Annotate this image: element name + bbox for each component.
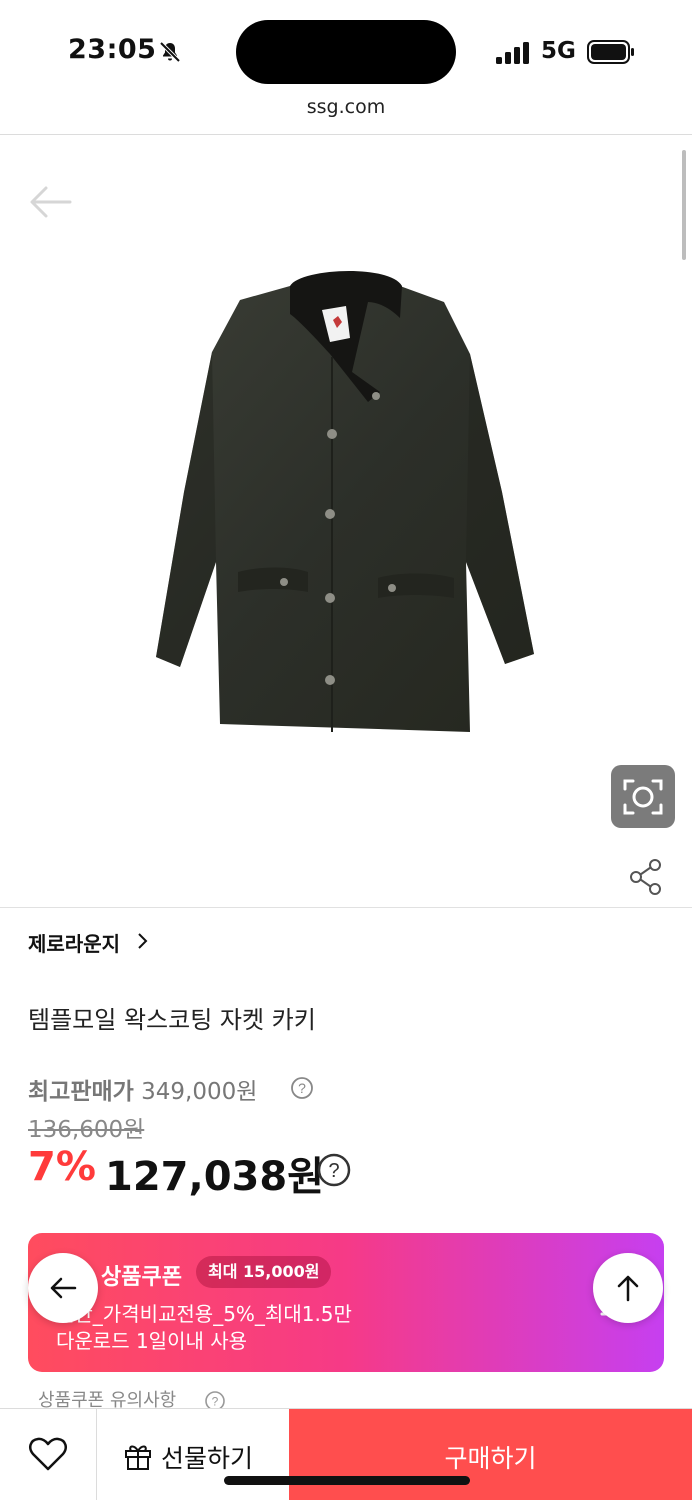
product-title: 템플모일 왁스코팅 자켓 카키	[28, 1006, 316, 1034]
buy-button[interactable]: 구매하기	[289, 1409, 692, 1500]
original-price: 136,600원	[28, 1117, 145, 1143]
image-search-button[interactable]	[611, 765, 675, 828]
coupon-description: 일반_가격비교전용_5%_최대1.5만	[56, 1302, 352, 1326]
signal-icon	[496, 42, 529, 64]
coupon-usage: 다운로드 1일이내 사용	[56, 1329, 248, 1353]
status-bar: 23:05 5G	[0, 0, 692, 96]
wishlist-button[interactable]	[0, 1409, 97, 1500]
help-icon[interactable]: ?	[316, 1152, 352, 1188]
discount-rate: 7%	[28, 1144, 96, 1190]
max-price: 최고판매가 349,000원	[28, 1072, 257, 1106]
floating-back-button[interactable]	[28, 1253, 98, 1323]
svg-text:?: ?	[328, 1160, 339, 1182]
home-indicator	[224, 1476, 470, 1485]
battery-icon	[587, 40, 634, 64]
share-icon[interactable]	[628, 858, 664, 896]
divider	[0, 907, 692, 908]
lens-icon	[623, 779, 663, 815]
product-image	[156, 270, 534, 732]
svg-text:?: ?	[212, 1395, 219, 1409]
gift-button[interactable]: 선물하기	[97, 1409, 289, 1500]
help-icon[interactable]: ?	[290, 1076, 314, 1100]
gift-icon	[125, 1445, 151, 1470]
svg-text:?: ?	[298, 1080, 306, 1096]
heart-icon	[29, 1437, 67, 1471]
bottom-action-bar: 선물하기 구매하기	[0, 1408, 692, 1500]
sale-price: 127,038원	[105, 1154, 324, 1200]
network-type: 5G	[541, 38, 576, 64]
gift-label: 선물하기	[161, 1444, 254, 1473]
scroll-top-button[interactable]	[593, 1253, 663, 1323]
scrollbar[interactable]	[682, 150, 686, 260]
url-bar[interactable]: ssg.com	[0, 96, 692, 136]
chevron-right-icon[interactable]	[136, 931, 150, 951]
status-time: 23:05	[68, 34, 157, 65]
coupon-max-badge: 최대 15,000원	[196, 1256, 332, 1288]
arrow-left-icon	[50, 1277, 77, 1299]
buy-label: 구매하기	[444, 1444, 537, 1473]
bell-slash-icon	[159, 41, 181, 63]
dynamic-island	[236, 20, 456, 84]
max-price-label: 최고판매가	[28, 1079, 134, 1105]
back-arrow-icon[interactable]	[28, 184, 72, 220]
brand-link[interactable]: 제로라운지	[28, 928, 120, 957]
arrow-up-icon	[617, 1275, 639, 1302]
max-price-value: 349,000원	[141, 1079, 258, 1105]
